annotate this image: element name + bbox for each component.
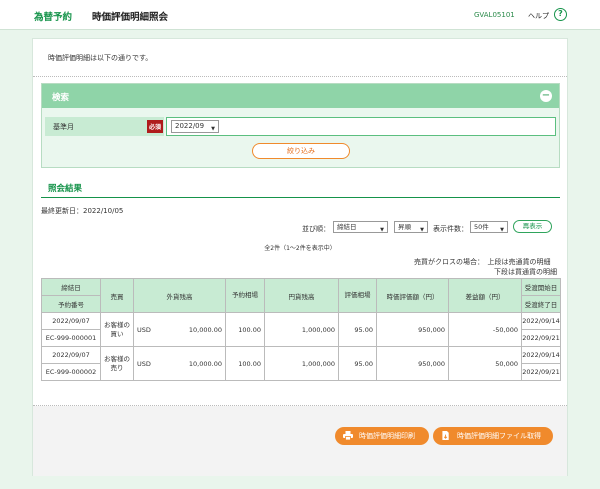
- table-row: 2022/09/07 お客様の売り USD 10,000.00 100.00 1…: [41, 346, 561, 381]
- base-month-value-cell: 2022/09 ▼: [166, 117, 556, 136]
- print-button[interactable]: 時価評価明細印刷: [335, 427, 429, 445]
- search-header[interactable]: 検索 −: [42, 84, 559, 108]
- sort-label: 並び順：: [302, 225, 330, 233]
- cross-note-line1: 売買がクロスの場合： 上段は売通貨の明細: [414, 258, 551, 266]
- chevron-down-icon: ▼: [380, 227, 384, 233]
- filter-button[interactable]: 絞り込み: [252, 143, 350, 159]
- cell-currency: USD: [137, 325, 151, 334]
- table-row: 2022/09/07 お客様の買い USD 10,000.00 100.00 1…: [41, 312, 561, 347]
- cell-yen-balance: 1,000,000: [264, 312, 339, 347]
- main-panel: 時価評価明細は以下の通りです。 検索 − 基準月 必須 2022/09 ▼ 絞り…: [32, 38, 568, 476]
- download-button-label: 時価評価明細ファイル取得: [457, 432, 541, 440]
- cell-reservation-rate: 100.00: [225, 312, 265, 347]
- cell-delivery-end: 2022/09/21: [521, 363, 561, 381]
- cell-contract-date: 2022/09/07: [41, 346, 101, 364]
- result-count: 全2件（1～2件を表示中）: [264, 245, 336, 252]
- cell-valuation-amount: 950,000: [376, 312, 449, 347]
- sort-order-value: 昇順: [398, 223, 411, 231]
- page-title: 時価評価明細照会: [92, 12, 169, 23]
- col-fx-balance: 外貨残高: [133, 278, 226, 313]
- cell-fx-amount: 10,000.00: [188, 359, 222, 368]
- table-header-row: 締結日 売買 外貨残高 予約相場 円貨残高 評価相場 時価評価額（円） 差益額（…: [41, 278, 561, 313]
- cell-contract-date: 2022/09/07: [41, 312, 101, 330]
- results-underline: [41, 197, 560, 198]
- results-title: 照会結果: [48, 184, 83, 194]
- cell-delivery-start: 2022/09/14: [521, 312, 561, 330]
- cell-difference: 50,000: [448, 346, 522, 381]
- cell-fx-amount: 10,000.00: [188, 325, 222, 334]
- printer-icon: [343, 431, 353, 440]
- display-count-select[interactable]: 50件 ▼: [470, 221, 508, 233]
- cell-reservation-rate: 100.00: [225, 346, 265, 381]
- cell-buy-sell: お客様の売り: [100, 346, 134, 381]
- question-circle-icon[interactable]: ?: [554, 8, 567, 21]
- cell-valuation-rate: 95.00: [338, 346, 377, 381]
- sort-key-value: 締結日: [337, 223, 357, 231]
- search-title: 検索: [52, 93, 70, 103]
- required-badge: 必須: [147, 120, 164, 133]
- help-link[interactable]: ヘルプ: [528, 11, 549, 21]
- sort-order-select[interactable]: 昇順 ▼: [394, 221, 428, 233]
- col-delivery-end: 受渡終了日: [521, 295, 561, 313]
- col-valuation-rate: 評価相場: [338, 278, 377, 313]
- print-button-label: 時価評価明細印刷: [359, 432, 415, 440]
- base-month-label: 基準月: [53, 123, 74, 131]
- divider: [33, 76, 567, 77]
- intro-text: 時価評価明細は以下の通りです。: [48, 54, 153, 62]
- cell-reservation-no[interactable]: EC-999-000001: [41, 329, 101, 347]
- chevron-down-icon: ▼: [500, 227, 504, 233]
- brand-label[interactable]: 為替予約: [34, 9, 72, 23]
- cell-valuation-rate: 95.00: [338, 312, 377, 347]
- col-yen-balance: 円貨残高: [264, 278, 339, 313]
- display-count-value: 50件: [474, 223, 489, 231]
- col-delivery-start: 受渡開始日: [521, 278, 561, 296]
- file-download-icon: [442, 431, 449, 440]
- chevron-down-icon: ▼: [420, 227, 424, 233]
- download-file-button[interactable]: 時価評価明細ファイル取得: [433, 427, 553, 445]
- cell-buy-sell: お客様の買い: [100, 312, 134, 347]
- base-month-value: 2022/09: [175, 122, 205, 130]
- base-month-label-cell: 基準月 必須: [45, 117, 164, 136]
- cell-yen-balance: 1,000,000: [264, 346, 339, 381]
- last-updated: 最終更新日：2022/10/05: [41, 207, 124, 215]
- chevron-down-icon: ▼: [211, 126, 215, 132]
- valuation-table: 締結日 売買 外貨残高 予約相場 円貨残高 評価相場 時価評価額（円） 差益額（…: [41, 278, 561, 381]
- cross-note-line2: 下段は買通貨の明細: [494, 268, 557, 276]
- col-reservation-no: 予約番号: [41, 295, 101, 313]
- cell-fx-balance: USD 10,000.00: [133, 346, 226, 381]
- collapse-icon[interactable]: −: [540, 90, 552, 102]
- cell-currency: USD: [137, 359, 151, 368]
- col-difference: 差益額（円）: [448, 278, 522, 313]
- cell-delivery-start: 2022/09/14: [521, 346, 561, 364]
- sort-key-select[interactable]: 締結日 ▼: [333, 221, 388, 233]
- cell-reservation-no[interactable]: EC-999-000002: [41, 363, 101, 381]
- top-bar: 為替予約 時価評価明細照会 GVAL05101 ヘルプ ?: [0, 0, 600, 30]
- col-reservation-rate: 予約相場: [225, 278, 265, 313]
- cell-delivery-end: 2022/09/21: [521, 329, 561, 347]
- cell-difference: -50,000: [448, 312, 522, 347]
- cell-valuation-amount: 950,000: [376, 346, 449, 381]
- search-section: 検索 − 基準月 必須 2022/09 ▼ 絞り込み: [41, 83, 560, 168]
- redisplay-button[interactable]: 再表示: [513, 220, 552, 233]
- screen-code: GVAL05101: [474, 11, 515, 19]
- col-buy-sell: 売買: [100, 278, 134, 313]
- base-month-select[interactable]: 2022/09 ▼: [171, 120, 219, 133]
- cell-fx-balance: USD 10,000.00: [133, 312, 226, 347]
- col-contract-date: 締結日: [41, 278, 101, 296]
- col-valuation-amount: 時価評価額（円）: [376, 278, 449, 313]
- display-count-label: 表示件数：: [433, 225, 468, 233]
